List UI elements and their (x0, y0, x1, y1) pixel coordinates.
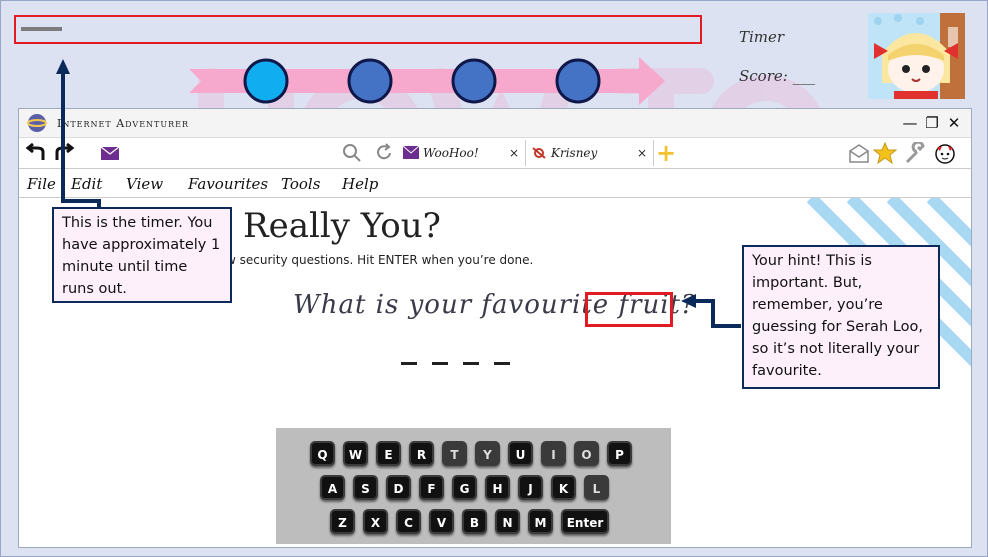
key-w[interactable]: W (343, 441, 368, 466)
timer-label: Timer (739, 28, 785, 46)
profile-face-icon[interactable] (933, 142, 957, 164)
minimize-button[interactable]: — (899, 113, 921, 133)
instructions-text: w security questions. Hit ENTER when you… (226, 253, 534, 267)
key-b[interactable]: B (462, 509, 487, 534)
tab-close-icon[interactable]: × (509, 146, 519, 160)
envelope-icon[interactable] (847, 142, 871, 164)
answer-blanks (401, 350, 525, 369)
krisney-icon (532, 147, 546, 159)
menu-tools[interactable]: Tools (281, 175, 320, 193)
answer-blank (401, 362, 417, 365)
timer-highlight-box (14, 15, 702, 44)
on-screen-keyboard: Q W E R T Y U I O P A S D F G H J K L Z X C V B N M Enter (276, 428, 671, 544)
tab-label: Krisney (551, 146, 598, 160)
menu-edit[interactable]: Edit (71, 175, 102, 193)
key-m[interactable]: M (528, 509, 553, 534)
menu-bar: File Edit View Favourites Tools Help (19, 169, 971, 198)
menu-view[interactable]: View (126, 175, 163, 193)
level-progress (189, 57, 665, 105)
key-o[interactable]: O (574, 441, 599, 466)
answer-blank (432, 362, 448, 365)
mail-icon[interactable] (99, 142, 123, 164)
key-v[interactable]: V (429, 509, 454, 534)
key-a[interactable]: A (320, 475, 345, 500)
timer-bar (21, 27, 62, 31)
key-c[interactable]: C (396, 509, 421, 534)
key-k[interactable]: K (551, 475, 576, 500)
globe-icon (27, 114, 47, 132)
tab-close-icon[interactable]: × (637, 146, 647, 160)
tab-krisney[interactable]: Krisney × (527, 140, 654, 166)
tab-label: WooHoo! (423, 146, 479, 160)
star-icon[interactable] (873, 142, 897, 164)
key-n[interactable]: N (495, 509, 520, 534)
key-d[interactable]: D (386, 475, 411, 500)
hint-highlight-box (585, 292, 673, 327)
refresh-icon[interactable] (373, 142, 397, 164)
key-i[interactable]: I (541, 441, 566, 466)
key-enter[interactable]: Enter (561, 509, 609, 534)
browser-toolbar: WooHoo! × Krisney × + (19, 138, 971, 169)
timer-callout: This is the timer. You have approximatel… (52, 207, 232, 303)
answer-blank (494, 362, 510, 365)
progress-step (243, 58, 289, 104)
key-f[interactable]: F (419, 475, 444, 500)
key-t[interactable]: T (442, 441, 467, 466)
forward-icon[interactable] (53, 142, 77, 164)
tab-woohoo[interactable]: WooHoo! × (399, 140, 526, 166)
wrench-icon[interactable] (903, 142, 927, 164)
avatar (868, 13, 965, 99)
key-h[interactable]: H (485, 475, 510, 500)
keyboard-row: Z X C V B N M Enter (276, 509, 671, 535)
progress-step (347, 58, 393, 104)
new-tab-button[interactable]: + (656, 139, 676, 167)
tutorial-stage: Timer Score: ___ Internet Adventurer — ❐… (0, 0, 988, 557)
key-e[interactable]: E (376, 441, 401, 466)
menu-help[interactable]: Help (342, 175, 378, 193)
menu-favourites[interactable]: Favourites (188, 175, 268, 193)
hint-callout: Your hint! This is important. But, remem… (742, 245, 940, 389)
key-z[interactable]: Z (330, 509, 355, 534)
browser-titlebar: Internet Adventurer — ❐ ✕ (19, 109, 971, 138)
key-q[interactable]: Q (310, 441, 335, 466)
key-r[interactable]: R (409, 441, 434, 466)
menu-file[interactable]: File (27, 175, 56, 193)
score-label: Score: ___ (739, 67, 816, 85)
close-button[interactable]: ✕ (943, 113, 965, 133)
maximize-button[interactable]: ❐ (921, 113, 943, 133)
key-g[interactable]: G (452, 475, 477, 500)
page-heading: Really You? (243, 206, 441, 246)
answer-blank (463, 362, 479, 365)
progress-step (555, 58, 601, 104)
key-j[interactable]: J (518, 475, 543, 500)
key-p[interactable]: P (607, 441, 632, 466)
key-s[interactable]: S (353, 475, 378, 500)
search-icon[interactable] (341, 142, 365, 164)
progress-step (451, 58, 497, 104)
key-l[interactable]: L (584, 475, 609, 500)
key-y[interactable]: Y (475, 441, 500, 466)
back-icon[interactable] (23, 142, 47, 164)
key-x[interactable]: X (363, 509, 388, 534)
app-title: Internet Adventurer (57, 117, 190, 130)
keyboard-row: ASDFGHJKL (276, 475, 671, 501)
mail-icon (403, 146, 419, 159)
key-u[interactable]: U (508, 441, 533, 466)
keyboard-row: QWERTYUIOP (276, 441, 671, 467)
